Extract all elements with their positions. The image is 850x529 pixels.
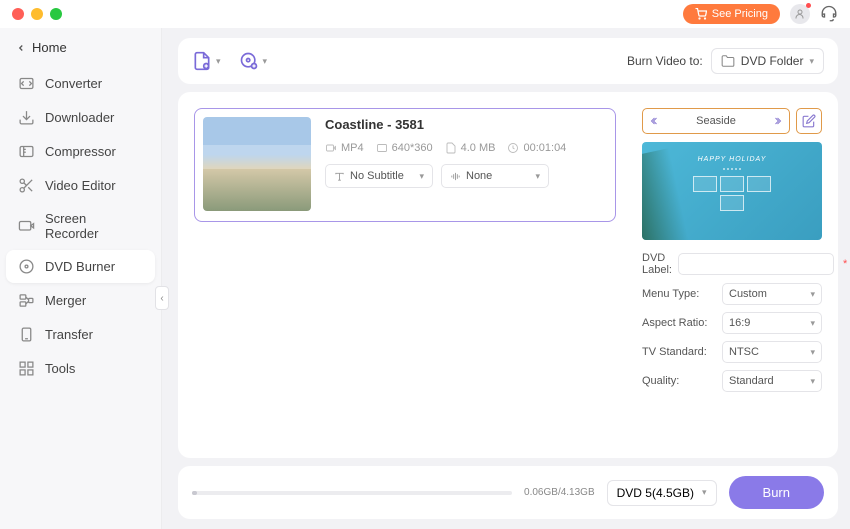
compressor-icon bbox=[18, 143, 35, 160]
add-file-icon bbox=[192, 51, 212, 71]
add-disc-button[interactable]: ▾ bbox=[239, 51, 268, 71]
burn-to-label: Burn Video to: bbox=[627, 54, 703, 68]
video-duration: 00:01:04 bbox=[507, 142, 566, 154]
audio-select[interactable]: None ▾ bbox=[441, 164, 549, 188]
sidebar-item-merger[interactable]: Merger bbox=[6, 284, 155, 317]
sidebar-item-tools[interactable]: Tools bbox=[6, 352, 155, 385]
sidebar-item-label: Screen Recorder bbox=[45, 211, 143, 241]
theme-prev[interactable] bbox=[643, 115, 667, 127]
capacity-text: 0.06GB/4.13GB bbox=[524, 487, 595, 498]
edit-theme-button[interactable] bbox=[796, 108, 822, 134]
tv-standard-select[interactable]: NTSC▾ bbox=[722, 341, 822, 363]
burn-button[interactable]: Burn bbox=[729, 476, 824, 509]
video-size: 4.0 MB bbox=[445, 142, 496, 154]
sidebar-item-screen-recorder[interactable]: Screen Recorder bbox=[6, 203, 155, 249]
theme-next[interactable] bbox=[765, 115, 789, 127]
menu-type-select[interactable]: Custom▾ bbox=[722, 283, 822, 305]
chevron-down-icon: ▾ bbox=[216, 56, 221, 67]
required-indicator: * bbox=[843, 258, 847, 270]
close-window[interactable] bbox=[12, 8, 24, 20]
sidebar-item-video-editor[interactable]: Video Editor bbox=[6, 169, 155, 202]
dvd-label-input[interactable] bbox=[678, 253, 834, 275]
sidebar-item-label: Converter bbox=[45, 76, 102, 91]
resolution-icon bbox=[376, 142, 388, 154]
sidebar-item-label: DVD Burner bbox=[45, 259, 115, 274]
disc-icon bbox=[18, 258, 35, 275]
theme-selector: Seaside bbox=[642, 108, 790, 134]
back-home[interactable]: Home bbox=[6, 34, 155, 61]
aspect-ratio-label: Aspect Ratio: bbox=[642, 317, 716, 329]
maximize-window[interactable] bbox=[50, 8, 62, 20]
quality-label: Quality: bbox=[642, 375, 716, 387]
disc-type-select[interactable]: DVD 5(4.5GB) ▾ bbox=[607, 480, 717, 506]
edit-icon bbox=[802, 114, 816, 128]
theme-name: Seaside bbox=[667, 115, 765, 127]
cart-icon bbox=[695, 8, 707, 20]
sidebar-item-dvd-burner[interactable]: DVD Burner bbox=[6, 250, 155, 283]
chevron-down-icon: ▾ bbox=[419, 171, 424, 182]
chevron-right-icon bbox=[771, 115, 783, 127]
download-icon bbox=[18, 109, 35, 126]
scissors-icon bbox=[18, 177, 35, 194]
sidebar-item-label: Transfer bbox=[45, 327, 93, 342]
window-controls[interactable] bbox=[12, 8, 62, 20]
user-icon bbox=[794, 8, 806, 20]
chevron-left-icon bbox=[16, 43, 26, 53]
chevron-down-icon: ▾ bbox=[535, 171, 540, 182]
support-icon[interactable] bbox=[820, 5, 838, 23]
see-pricing-button[interactable]: See Pricing bbox=[683, 4, 780, 24]
tv-standard-label: TV Standard: bbox=[642, 346, 716, 358]
transfer-icon bbox=[18, 326, 35, 343]
dvd-label-label: DVD Label: bbox=[642, 252, 672, 276]
capacity-progress bbox=[192, 491, 512, 495]
folder-icon bbox=[721, 54, 735, 68]
video-format: MP4 bbox=[325, 142, 364, 154]
sidebar-item-label: Compressor bbox=[45, 144, 116, 159]
menu-type-label: Menu Type: bbox=[642, 288, 716, 300]
video-thumbnail bbox=[203, 117, 311, 211]
subtitle-select[interactable]: No Subtitle ▾ bbox=[325, 164, 433, 188]
aspect-ratio-select[interactable]: 16:9▾ bbox=[722, 312, 822, 334]
video-icon bbox=[325, 142, 337, 154]
sidebar-item-label: Video Editor bbox=[45, 178, 116, 193]
subtitle-icon bbox=[334, 171, 345, 182]
converter-icon bbox=[18, 75, 35, 92]
sidebar-item-converter[interactable]: Converter bbox=[6, 67, 155, 100]
add-file-button[interactable]: ▾ bbox=[192, 51, 221, 71]
sidebar-item-compressor[interactable]: Compressor bbox=[6, 135, 155, 168]
sidebar-collapse[interactable]: ‹ bbox=[155, 286, 169, 310]
chevron-down-icon: ▾ bbox=[263, 56, 268, 67]
sidebar-item-label: Tools bbox=[45, 361, 75, 376]
add-disc-icon bbox=[239, 51, 259, 71]
video-card[interactable]: Coastline - 3581 MP4 640*360 bbox=[194, 108, 616, 222]
chevron-left-icon bbox=[649, 115, 661, 127]
recorder-icon bbox=[18, 218, 35, 235]
burn-to-select[interactable]: DVD Folder ▾ bbox=[711, 48, 824, 74]
grid-icon bbox=[18, 360, 35, 377]
theme-preview: HAPPY HOLIDAY bbox=[642, 142, 822, 240]
minimize-window[interactable] bbox=[31, 8, 43, 20]
file-icon bbox=[445, 142, 457, 154]
sidebar-item-label: Downloader bbox=[45, 110, 114, 125]
audio-icon bbox=[450, 171, 461, 182]
sidebar-item-transfer[interactable]: Transfer bbox=[6, 318, 155, 351]
chevron-down-icon: ▾ bbox=[809, 56, 814, 67]
sidebar-item-downloader[interactable]: Downloader bbox=[6, 101, 155, 134]
video-resolution: 640*360 bbox=[376, 142, 433, 154]
clock-icon bbox=[507, 142, 519, 154]
quality-select[interactable]: Standard▾ bbox=[722, 370, 822, 392]
merger-icon bbox=[18, 292, 35, 309]
sidebar-item-label: Merger bbox=[45, 293, 86, 308]
video-title: Coastline - 3581 bbox=[325, 117, 607, 132]
chevron-down-icon: ▾ bbox=[702, 487, 707, 498]
user-avatar[interactable] bbox=[790, 4, 810, 24]
